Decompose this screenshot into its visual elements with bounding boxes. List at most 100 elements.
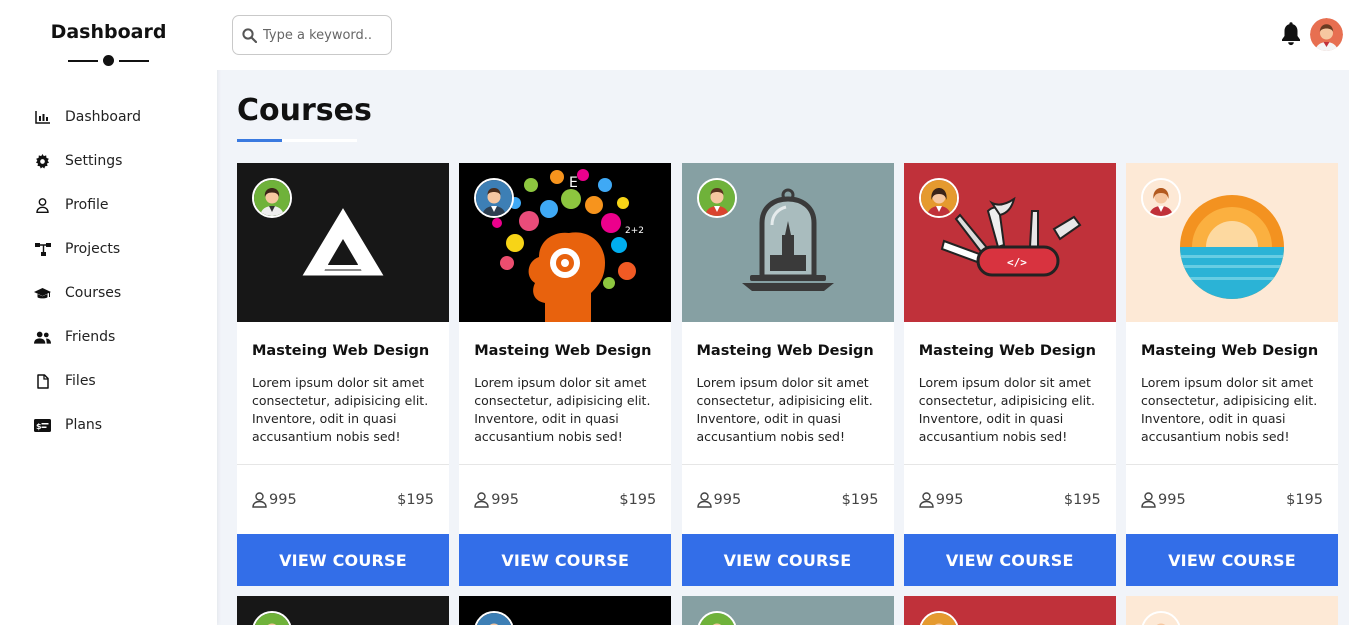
sidebar-item-settings[interactable]: Settings [0, 139, 217, 183]
author-avatar [252, 611, 292, 625]
sidebar-item-label: Plans [65, 417, 103, 433]
course-card [459, 596, 672, 625]
sidebar-item-files[interactable]: Files [0, 359, 217, 403]
course-price: $195 [1286, 491, 1323, 508]
user-icon [919, 491, 934, 508]
svg-text:2+2: 2+2 [625, 226, 644, 236]
course-card [237, 596, 449, 625]
sidebar-item-plans[interactable]: $ Plans [0, 403, 217, 447]
file-icon [34, 373, 51, 390]
users-icon [34, 329, 51, 346]
sitemap-icon [34, 241, 51, 258]
course-grid: Masteing Web Design Lorem ipsum dolor si… [237, 163, 1338, 625]
brand-title: Dashboard [50, 21, 167, 43]
students-value: 995 [491, 491, 519, 508]
graduation-cap-icon [34, 285, 51, 302]
search-icon [242, 27, 258, 43]
course-thumbnail: E 2+2 [459, 163, 672, 322]
course-price: $195 [1063, 491, 1101, 508]
course-card: Masteing Web Design Lorem ipsum dolor si… [681, 163, 894, 586]
course-title: Masteing Web Design [252, 343, 430, 359]
students-value: 995 [713, 491, 742, 508]
user-icon [34, 197, 51, 214]
view-course-button[interactable]: VIEW COURSE [903, 534, 1116, 586]
author-avatar [474, 178, 515, 218]
sidebar-item-label: Friends [65, 329, 116, 345]
course-card: </> Masteing Web Design Lorem ipsum dolo… [903, 163, 1116, 586]
user-icon [474, 491, 489, 508]
course-card: Masteing Web Design Lorem ipsum dolor si… [237, 163, 449, 586]
brand-divider [0, 55, 217, 66]
course-description: Lorem ipsum dolor sit amet consectetur, … [696, 375, 873, 444]
page-title: Courses [237, 93, 372, 128]
card-body: Masteing Web Design Lorem ipsum dolor si… [237, 322, 449, 465]
course-card [903, 596, 1116, 625]
students-value: 995 [1158, 491, 1186, 508]
sidebar-item-profile[interactable]: Profile [0, 183, 217, 227]
user-avatar-icon[interactable] [1310, 18, 1343, 51]
sidebar-item-friends[interactable]: Friends [0, 315, 217, 359]
course-card: Masteing Web Design Lorem ipsum dolor si… [1126, 163, 1338, 586]
course-thumbnail [681, 596, 894, 625]
view-course-button[interactable]: VIEW COURSE [237, 534, 449, 586]
search-box[interactable] [232, 15, 392, 55]
course-title: Masteing Web Design [474, 343, 652, 359]
course-description: Lorem ipsum dolor sit amet consectetur, … [474, 375, 651, 444]
sidebar-item-label: Files [65, 373, 96, 389]
course-thumbnail [1126, 596, 1338, 625]
card-body: Masteing Web Design Lorem ipsum dolor si… [1126, 322, 1338, 465]
view-course-button[interactable]: VIEW COURSE [459, 534, 672, 586]
sidebar-item-label: Courses [65, 285, 122, 301]
sidebar-item-label: Profile [65, 197, 109, 213]
card-meta: 995 $195 [904, 465, 1116, 534]
course-description: Lorem ipsum dolor sit amet consectetur, … [918, 375, 1095, 444]
author-avatar [252, 178, 292, 218]
card-meta: 995 $195 [459, 465, 671, 534]
students-count: 995 [252, 492, 297, 508]
topbar [217, 0, 1349, 70]
sidebar-item-projects[interactable]: Projects [0, 227, 217, 271]
card-meta: 995 $195 [1126, 465, 1338, 534]
credit-card-icon: $ [34, 417, 51, 434]
students-count: 995 [696, 491, 742, 508]
card-meta: 995 $195 [682, 465, 894, 534]
course-title: Masteing Web Design [1141, 343, 1319, 359]
search-input[interactable] [263, 27, 383, 43]
course-price: $195 [619, 491, 657, 508]
title-underline [237, 139, 357, 142]
sidebar-item-dashboard[interactable]: Dashboard [0, 95, 217, 139]
author-avatar [1141, 178, 1181, 218]
course-description: Lorem ipsum dolor sit amet consectetur, … [252, 375, 429, 444]
card-body: Masteing Web Design Lorem ipsum dolor si… [903, 322, 1116, 465]
author-avatar [696, 611, 737, 625]
course-thumbnail: </> [903, 163, 1116, 322]
bell-icon[interactable] [1280, 22, 1302, 46]
view-course-button[interactable]: VIEW COURSE [681, 534, 894, 586]
course-description: Lorem ipsum dolor sit amet consectetur, … [1141, 375, 1318, 444]
course-card [1126, 596, 1338, 625]
sidebar-nav: Dashboard Settings Profile Projects Cour… [0, 95, 217, 447]
brand: Dashboard [0, 0, 217, 66]
course-title: Masteing Web Design [918, 343, 1096, 359]
author-avatar [918, 611, 959, 625]
sidebar: Dashboard Dashboard Settings Profile Pro… [0, 0, 217, 625]
course-thumbnail [459, 596, 672, 625]
author-avatar [474, 611, 515, 625]
course-price: $195 [841, 491, 879, 508]
students-value: 995 [269, 491, 297, 508]
sidebar-item-label: Projects [65, 241, 121, 257]
user-icon [1141, 491, 1156, 508]
view-course-button[interactable]: VIEW COURSE [1126, 534, 1338, 586]
svg-text:E: E [569, 175, 578, 191]
course-card: E 2+2 Masteing Web Design Lorem ipsum do… [459, 163, 672, 586]
sidebar-item-label: Dashboard [65, 109, 141, 125]
svg-text:$: $ [36, 422, 42, 431]
students-value: 995 [935, 491, 964, 508]
card-body: Masteing Web Design Lorem ipsum dolor si… [681, 322, 894, 465]
author-avatar [1141, 611, 1181, 625]
author-avatar [918, 178, 959, 218]
svg-text:</>: </> [1007, 256, 1027, 269]
sidebar-item-courses[interactable]: Courses [0, 271, 217, 315]
course-card [681, 596, 894, 625]
students-count: 995 [1141, 492, 1186, 508]
